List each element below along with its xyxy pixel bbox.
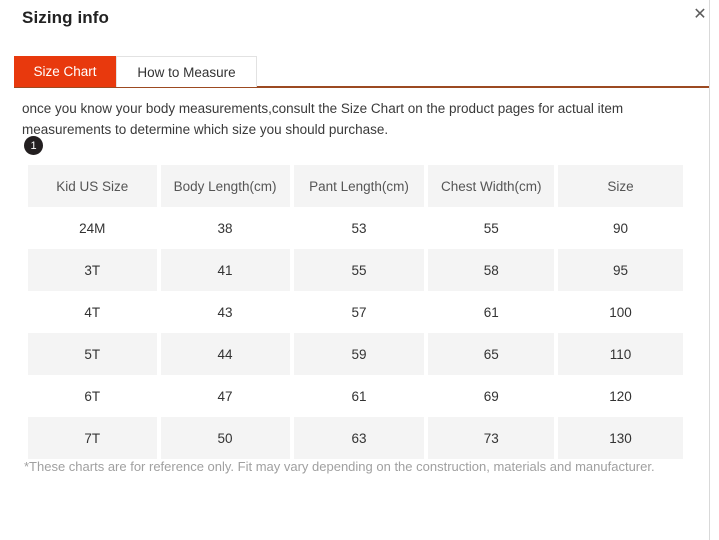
table-cell: 44: [160, 333, 290, 375]
table-cell: 61: [293, 375, 425, 417]
table-cell: 41: [160, 249, 290, 291]
table-cell: 4T: [28, 291, 157, 333]
tab-how-to-measure[interactable]: How to Measure: [116, 56, 257, 87]
footnote-text: *These charts are for reference only. Fi…: [24, 459, 655, 474]
table-cell: 73: [428, 417, 555, 459]
table-cell: 120: [558, 375, 683, 417]
close-icon[interactable]: ✕: [689, 4, 711, 26]
table-cell: 24M: [28, 207, 157, 249]
table-header-row: Kid US Size Body Length(cm) Pant Length(…: [28, 165, 683, 207]
table-cell: 3T: [28, 249, 157, 291]
table-cell: 63: [293, 417, 425, 459]
table-header-cell: Pant Length(cm): [293, 165, 425, 207]
table-row: 4T 43 57 61 100: [28, 291, 683, 333]
table-header-cell: Body Length(cm): [160, 165, 290, 207]
table-cell: 69: [428, 375, 555, 417]
table-cell: 38: [160, 207, 290, 249]
table-row: 6T 47 61 69 120: [28, 375, 683, 417]
table-cell: 95: [558, 249, 683, 291]
table-cell: 65: [428, 333, 555, 375]
table-header-cell: Chest Width(cm): [428, 165, 555, 207]
table-cell: 55: [293, 249, 425, 291]
table-cell: 55: [428, 207, 555, 249]
table-cell: 43: [160, 291, 290, 333]
table-header-cell: Kid US Size: [28, 165, 157, 207]
page-title: Sizing info: [22, 8, 110, 27]
table-row: 7T 50 63 73 130: [28, 417, 683, 459]
table-cell: 50: [160, 417, 290, 459]
table-header-cell: Size: [558, 165, 683, 207]
table-cell: 58: [428, 249, 555, 291]
table-cell: 130: [558, 417, 683, 459]
tab-bar: Size Chart How to Measure: [14, 56, 709, 88]
step-badge: 1: [24, 136, 43, 155]
tab-size-chart[interactable]: Size Chart: [14, 56, 116, 87]
table-cell: 47: [160, 375, 290, 417]
table-row: 3T 41 55 58 95: [28, 249, 683, 291]
table-cell: 57: [293, 291, 425, 333]
table-cell: 90: [558, 207, 683, 249]
table-cell: 5T: [28, 333, 157, 375]
size-chart-table: Kid US Size Body Length(cm) Pant Length(…: [24, 165, 687, 459]
table-cell: 7T: [28, 417, 157, 459]
table-row: 5T 44 59 65 110: [28, 333, 683, 375]
sizing-info-modal: Sizing info ✕ Size Chart How to Measure …: [0, 0, 719, 540]
table-cell: 6T: [28, 375, 157, 417]
table-cell: 110: [558, 333, 683, 375]
table-cell: 53: [293, 207, 425, 249]
table-row: 24M 38 53 55 90: [28, 207, 683, 249]
intro-text: once you know your body measurements,con…: [22, 101, 624, 137]
table-cell: 59: [293, 333, 425, 375]
table-cell: 100: [558, 291, 683, 333]
panel-right-border: [709, 0, 710, 540]
table-cell: 61: [428, 291, 555, 333]
